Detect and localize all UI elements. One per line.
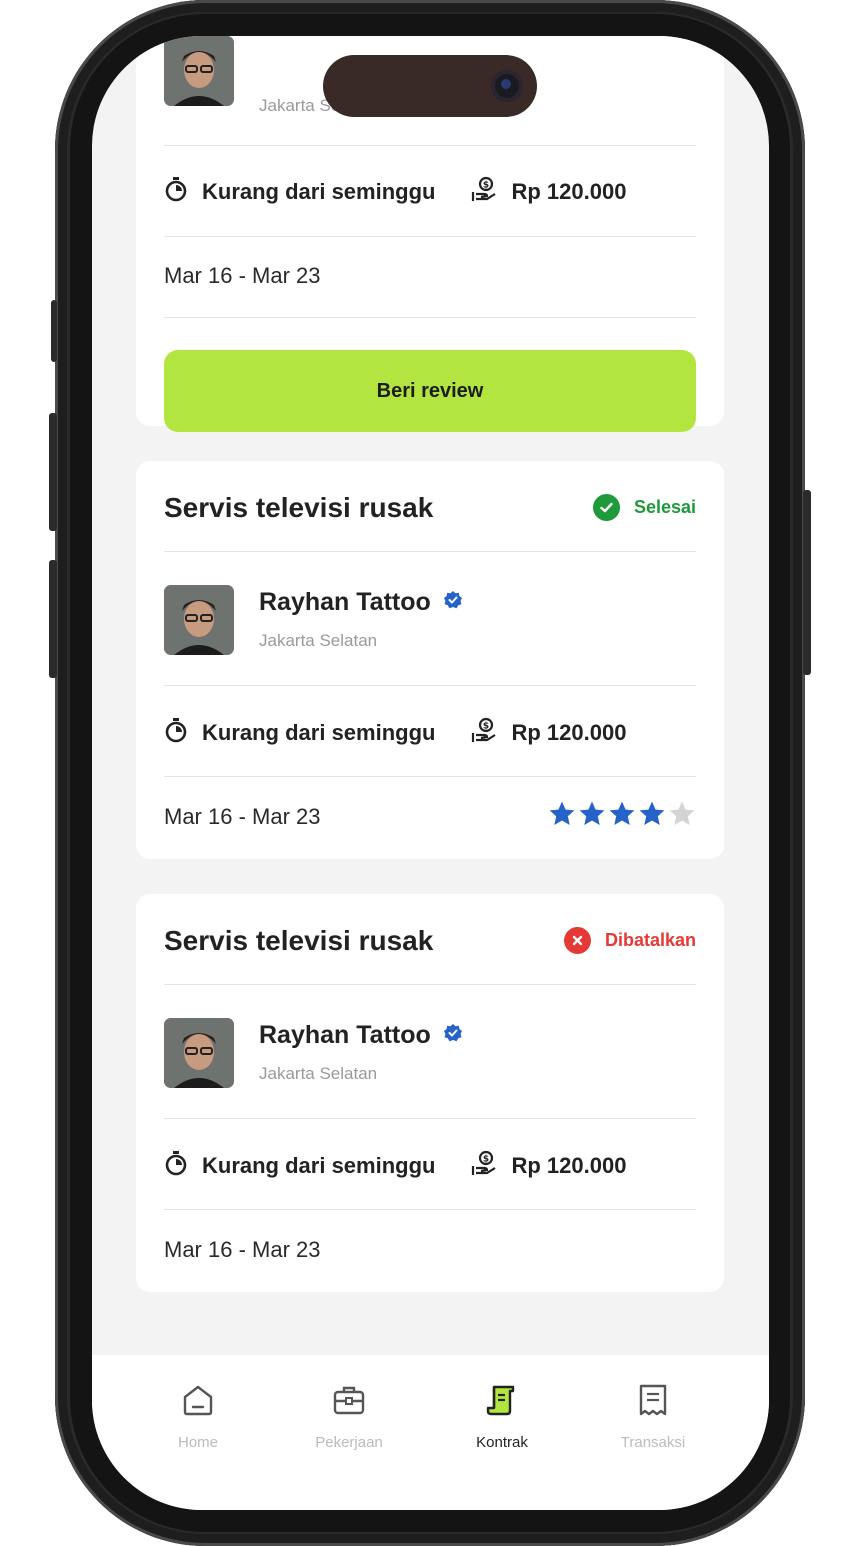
duration-text: Kurang dari seminggu bbox=[202, 720, 436, 745]
stopwatch-icon bbox=[164, 176, 188, 208]
nav-item-pekerjaan[interactable]: Pekerjaan bbox=[289, 1383, 409, 1451]
divider bbox=[164, 1209, 696, 1210]
price-text: Rp 120.000 bbox=[511, 1153, 627, 1178]
give-review-button[interactable]: Beri review bbox=[164, 350, 696, 432]
svg-text:$: $ bbox=[483, 1155, 489, 1165]
divider bbox=[164, 984, 696, 985]
stopwatch-icon bbox=[164, 717, 188, 749]
avatar bbox=[164, 1018, 234, 1088]
avatar bbox=[164, 36, 234, 106]
divider bbox=[164, 776, 696, 777]
divider bbox=[164, 1118, 696, 1119]
contract-card[interactable]: Servis televisi rusak Selesai Rayhan Tat… bbox=[136, 461, 724, 859]
provider-name: Rayhan Tattoo bbox=[259, 588, 431, 616]
silent-switch bbox=[51, 300, 57, 362]
divider bbox=[164, 685, 696, 686]
home-icon bbox=[181, 1383, 215, 1422]
nav-label: Home bbox=[177, 1434, 218, 1451]
contract-dates: Mar 16 - Mar 23 bbox=[164, 804, 321, 829]
contract-meta: Kurang dari seminggu $ Rp 120.000 bbox=[164, 176, 626, 208]
star-filled-icon bbox=[609, 801, 635, 825]
money-hand-icon: $ bbox=[471, 1150, 497, 1182]
nav-item-kontrak[interactable]: Kontrak bbox=[442, 1383, 562, 1451]
divider bbox=[164, 236, 696, 237]
volume-up-button bbox=[49, 413, 57, 531]
svg-text:$: $ bbox=[483, 722, 489, 732]
divider bbox=[164, 551, 696, 552]
dynamic-island bbox=[323, 55, 537, 117]
contract-dates: Mar 16 - Mar 23 bbox=[164, 263, 321, 288]
duration-text: Kurang dari seminggu bbox=[202, 1153, 436, 1178]
power-button bbox=[803, 490, 811, 675]
nav-item-home[interactable]: Home bbox=[138, 1383, 258, 1451]
briefcase-icon bbox=[332, 1383, 366, 1422]
contract-icon bbox=[485, 1383, 519, 1422]
status-badge: Selesai bbox=[592, 494, 696, 521]
verified-badge-icon bbox=[443, 590, 463, 615]
provider-name-row: Rayhan Tattoo bbox=[259, 588, 463, 617]
volume-down-button bbox=[49, 560, 57, 678]
star-filled-icon bbox=[639, 801, 665, 825]
status-badge: Dibatalkan bbox=[563, 927, 696, 954]
provider-location: Jakarta Selatan bbox=[259, 631, 378, 650]
nav-label: Transaksi bbox=[620, 1434, 686, 1451]
contract-title: Servis televisi rusak bbox=[164, 925, 434, 956]
nav-item-transaksi[interactable]: Transaksi bbox=[593, 1383, 713, 1451]
divider bbox=[164, 317, 696, 318]
star-filled-icon bbox=[549, 801, 575, 825]
money-hand-icon: $ bbox=[471, 176, 497, 208]
duration-text: Kurang dari seminggu bbox=[202, 179, 436, 204]
divider bbox=[164, 145, 696, 146]
status-text: Dibatalkan bbox=[604, 930, 696, 950]
check-circle-icon bbox=[592, 494, 620, 521]
contract-meta: Kurang dari seminggu $ Rp 120.000 bbox=[164, 1150, 626, 1182]
verified-badge-icon bbox=[443, 1023, 463, 1048]
contract-title: Servis televisi rusak bbox=[164, 492, 434, 523]
stopwatch-icon bbox=[164, 1150, 188, 1182]
contract-card[interactable]: Servis televisi rusak Dibatalkan Rayhan … bbox=[136, 894, 724, 1292]
nav-label: Pekerjaan bbox=[315, 1434, 383, 1451]
avatar bbox=[164, 585, 234, 655]
money-hand-icon: $ bbox=[471, 717, 497, 749]
camera-icon bbox=[491, 70, 523, 102]
provider-location: Jakarta Selatan bbox=[259, 1064, 378, 1083]
provider-name: Rayhan Tattoo bbox=[259, 1021, 431, 1049]
bottom-nav: Home Pekerjaan Kontrak Transaksi bbox=[92, 1355, 769, 1510]
nav-label: Kontrak bbox=[476, 1434, 528, 1451]
receipt-icon bbox=[636, 1383, 670, 1422]
contract-meta: Kurang dari seminggu $ Rp 120.000 bbox=[164, 717, 626, 749]
svg-text:$: $ bbox=[483, 181, 489, 191]
contract-dates: Mar 16 - Mar 23 bbox=[164, 1237, 321, 1262]
rating-stars bbox=[548, 800, 696, 827]
star-filled-icon bbox=[579, 801, 605, 825]
star-empty-icon bbox=[669, 801, 695, 825]
price-text: Rp 120.000 bbox=[511, 179, 627, 204]
cancel-circle-icon bbox=[563, 927, 591, 954]
provider-name-row: Rayhan Tattoo bbox=[259, 1021, 463, 1050]
status-text: Selesai bbox=[633, 497, 696, 517]
price-text: Rp 120.000 bbox=[511, 720, 627, 745]
screen: Jakarta Selatan Kurang dari seminggu $ R… bbox=[92, 36, 769, 1510]
